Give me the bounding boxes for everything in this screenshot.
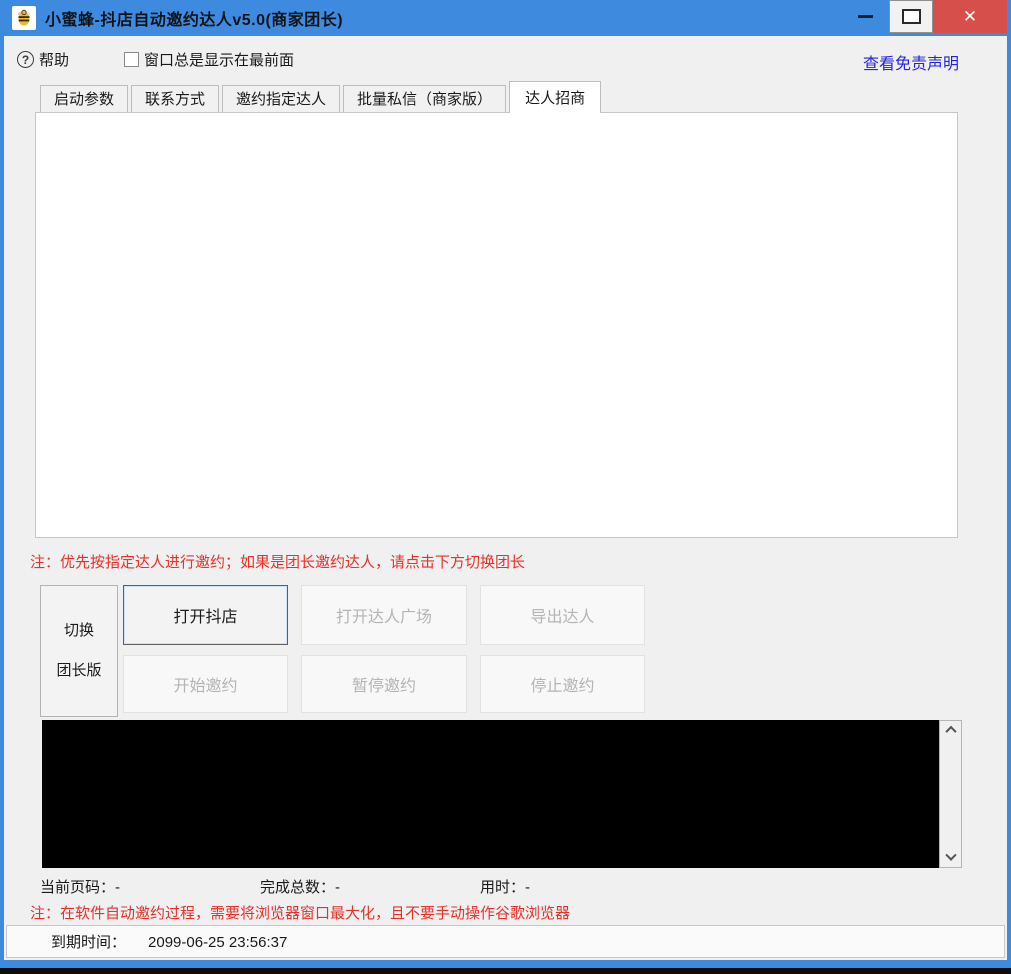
chevron-up-icon bbox=[945, 726, 956, 737]
expiry-statusbar: 到期时间： 2099-06-25 23:56:37 bbox=[6, 925, 1005, 958]
close-icon: ✕ bbox=[963, 7, 977, 27]
question-circle-icon: ? bbox=[17, 51, 34, 68]
help-button[interactable]: ? 帮助 bbox=[17, 49, 69, 70]
scroll-up-button[interactable] bbox=[940, 721, 961, 739]
disclaimer-link[interactable]: 查看免责声明 bbox=[863, 50, 959, 74]
export-talent-button: 导出达人 bbox=[480, 585, 645, 645]
open-talent-plaza-button: 打开达人广场 bbox=[301, 585, 467, 645]
switch-leader-version-button[interactable]: 切换 团长版 bbox=[40, 585, 118, 717]
bee-app-icon bbox=[12, 6, 36, 30]
window-title: 小蜜蜂-抖店自动邀约达人v5.0(商家团长) bbox=[45, 6, 343, 30]
completed-total-status: 完成总数：- bbox=[260, 876, 340, 897]
titlebar: 小蜜蜂-抖店自动邀约达人v5.0(商家团长) ✕ bbox=[0, 0, 1011, 36]
priority-warning-note: 注：优先按指定达人进行邀约；如果是团长邀约达人，请点击下方切换团长 bbox=[30, 551, 525, 572]
log-scrollbar[interactable] bbox=[939, 720, 962, 868]
tab-talent-recruit[interactable]: 达人招商 bbox=[509, 81, 601, 113]
scroll-down-button[interactable] bbox=[940, 849, 961, 867]
chevron-down-icon bbox=[945, 850, 956, 861]
bottom-shadow-strip bbox=[0, 968, 1011, 974]
expiry-value: 2099-06-25 23:56:37 bbox=[148, 934, 287, 951]
completed-total-label: 完成总数： bbox=[260, 879, 335, 896]
stop-invite-button: 停止邀约 bbox=[480, 655, 645, 713]
elapsed-time-label: 用时： bbox=[480, 879, 525, 896]
always-on-top-label: 窗口总是显示在最前面 bbox=[144, 49, 294, 70]
minimize-button[interactable] bbox=[841, 0, 889, 33]
minimize-icon bbox=[858, 15, 873, 18]
start-invite-button: 开始邀约 bbox=[123, 655, 288, 713]
talent-recruit-panel bbox=[35, 112, 958, 538]
expiry-label: 到期时间： bbox=[51, 934, 126, 951]
completed-total-value: - bbox=[335, 879, 340, 896]
tab-startup-params[interactable]: 启动参数 bbox=[40, 85, 128, 112]
help-label: 帮助 bbox=[39, 49, 69, 70]
pause-invite-button: 暂停邀约 bbox=[301, 655, 467, 713]
expiry-text: 到期时间： 2099-06-25 23:56:37 bbox=[29, 931, 287, 952]
bee-icon bbox=[15, 9, 33, 27]
window-body: ? 帮助 窗口总是显示在最前面 查看免责声明 启动参数 联系方式 邀约指定达人 … bbox=[4, 36, 1007, 960]
tab-invite-specified[interactable]: 邀约指定达人 bbox=[222, 85, 340, 112]
maximize-icon bbox=[902, 9, 921, 24]
app-window: 小蜜蜂-抖店自动邀约达人v5.0(商家团长) ✕ ? 帮助 窗口总是显示在最前面… bbox=[0, 0, 1011, 974]
elapsed-time-status: 用时：- bbox=[480, 876, 530, 897]
tab-batch-pm-merchant[interactable]: 批量私信（商家版） bbox=[343, 85, 506, 112]
switch-leader-line1: 切换 bbox=[64, 611, 94, 651]
close-button[interactable]: ✕ bbox=[933, 0, 1007, 33]
tab-strip: 启动参数 联系方式 邀约指定达人 批量私信（商家版） 达人招商 bbox=[40, 85, 601, 112]
window-controls: ✕ bbox=[841, 0, 1007, 33]
switch-leader-line2: 团长版 bbox=[56, 651, 101, 691]
always-on-top-checkbox[interactable] bbox=[124, 52, 139, 67]
current-page-status: 当前页码：- bbox=[40, 876, 120, 897]
current-page-label: 当前页码： bbox=[40, 879, 115, 896]
maximize-button[interactable] bbox=[889, 0, 933, 33]
always-on-top-option[interactable]: 窗口总是显示在最前面 bbox=[124, 49, 294, 70]
elapsed-time-value: - bbox=[525, 879, 530, 896]
current-page-value: - bbox=[115, 879, 120, 896]
open-douyin-store-button[interactable]: 打开抖店 bbox=[123, 585, 288, 645]
log-output-area bbox=[42, 720, 962, 868]
browser-warning-note: 注：在软件自动邀约过程，需要将浏览器窗口最大化，且不要手动操作谷歌浏览器 bbox=[30, 902, 570, 923]
tab-contact-method[interactable]: 联系方式 bbox=[131, 85, 219, 112]
